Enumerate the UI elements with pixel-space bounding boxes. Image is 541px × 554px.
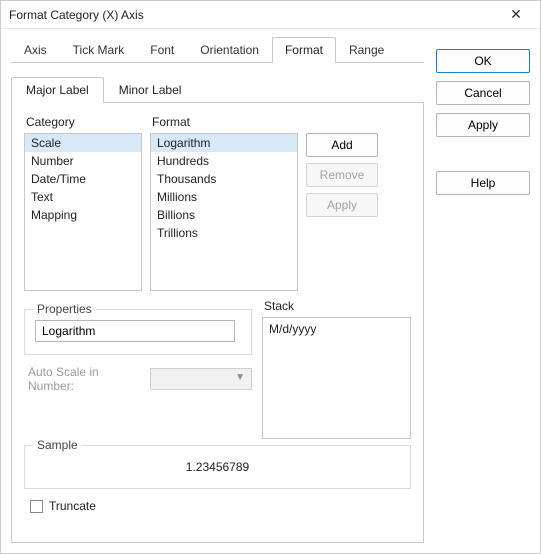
stack-label: Stack: [264, 299, 411, 313]
props-stack-row: Properties Auto Scale in Number: ▼ Stack: [24, 299, 411, 439]
stack-column: Stack M/d/yyyy: [262, 299, 411, 439]
dialog-window: Format Category (X) Axis ✕ Axis Tick Mar…: [0, 0, 541, 554]
cancel-button[interactable]: Cancel: [436, 81, 530, 105]
dialog-body: Axis Tick Mark Font Orientation Format R…: [1, 29, 540, 553]
sample-value: 1.23456789: [35, 460, 400, 474]
add-button[interactable]: Add: [306, 133, 378, 157]
autoscale-label: Auto Scale in Number:: [28, 365, 140, 393]
sample-group: Sample 1.23456789: [24, 445, 411, 489]
chevron-down-icon: ▼: [235, 372, 245, 383]
window-title: Format Category (X) Axis: [9, 8, 500, 22]
format-item-hundreds[interactable]: Hundreds: [151, 152, 297, 170]
category-item-number[interactable]: Number: [25, 152, 141, 170]
left-panel: Axis Tick Mark Font Orientation Format R…: [11, 37, 424, 543]
list-apply-button: Apply: [306, 193, 378, 217]
stack-listbox[interactable]: M/d/yyyy: [262, 317, 411, 439]
sample-label: Sample: [33, 438, 82, 452]
main-tabs: Axis Tick Mark Font Orientation Format R…: [11, 37, 424, 63]
category-item-mapping[interactable]: Mapping: [25, 206, 141, 224]
properties-label: Properties: [33, 302, 96, 316]
sub-tabs: Major Label Minor Label: [11, 77, 424, 103]
properties-group: Properties: [24, 309, 252, 355]
lists-row: Category Scale Number Date/Time Text Map…: [24, 113, 411, 291]
properties-area: Properties Auto Scale in Number: ▼: [24, 299, 252, 439]
properties-input[interactable]: [35, 320, 235, 342]
format-item-trillions[interactable]: Trillions: [151, 224, 297, 242]
truncate-checkbox[interactable]: [30, 500, 43, 513]
autoscale-row: Auto Scale in Number: ▼: [28, 365, 252, 393]
subtab-minor-label[interactable]: Minor Label: [104, 77, 197, 103]
category-label: Category: [26, 115, 142, 129]
right-button-column: OK Cancel Apply Help: [436, 37, 530, 543]
format-item-thousands[interactable]: Thousands: [151, 170, 297, 188]
category-item-text[interactable]: Text: [25, 188, 141, 206]
spacer: [436, 145, 530, 163]
tab-tick-mark[interactable]: Tick Mark: [60, 37, 138, 63]
tab-axis[interactable]: Axis: [11, 37, 60, 63]
autoscale-combo: ▼: [150, 368, 252, 390]
close-icon[interactable]: ✕: [500, 6, 532, 23]
format-item-logarithm[interactable]: Logarithm: [151, 134, 297, 152]
format-pane: Category Scale Number Date/Time Text Map…: [11, 103, 424, 543]
tab-format[interactable]: Format: [272, 37, 336, 63]
tab-font[interactable]: Font: [137, 37, 187, 63]
help-button[interactable]: Help: [436, 171, 530, 195]
titlebar: Format Category (X) Axis ✕: [1, 1, 540, 29]
truncate-label: Truncate: [49, 499, 96, 513]
remove-button: Remove: [306, 163, 378, 187]
tab-orientation[interactable]: Orientation: [187, 37, 272, 63]
truncate-row: Truncate: [30, 499, 411, 513]
category-listbox[interactable]: Scale Number Date/Time Text Mapping: [24, 133, 142, 291]
subtab-major-label[interactable]: Major Label: [11, 77, 104, 103]
format-label: Format: [152, 115, 298, 129]
format-column: Format Logarithm Hundreds Thousands Mill…: [150, 113, 298, 291]
category-column: Category Scale Number Date/Time Text Map…: [24, 113, 142, 291]
format-item-millions[interactable]: Millions: [151, 188, 297, 206]
apply-button[interactable]: Apply: [436, 113, 530, 137]
format-item-billions[interactable]: Billions: [151, 206, 297, 224]
list-buttons: Add Remove Apply: [306, 133, 378, 291]
ok-button[interactable]: OK: [436, 49, 530, 73]
format-listbox[interactable]: Logarithm Hundreds Thousands Millions Bi…: [150, 133, 298, 291]
tab-range[interactable]: Range: [336, 37, 397, 63]
category-item-scale[interactable]: Scale: [25, 134, 141, 152]
stack-item[interactable]: M/d/yyyy: [269, 322, 404, 336]
category-item-datetime[interactable]: Date/Time: [25, 170, 141, 188]
